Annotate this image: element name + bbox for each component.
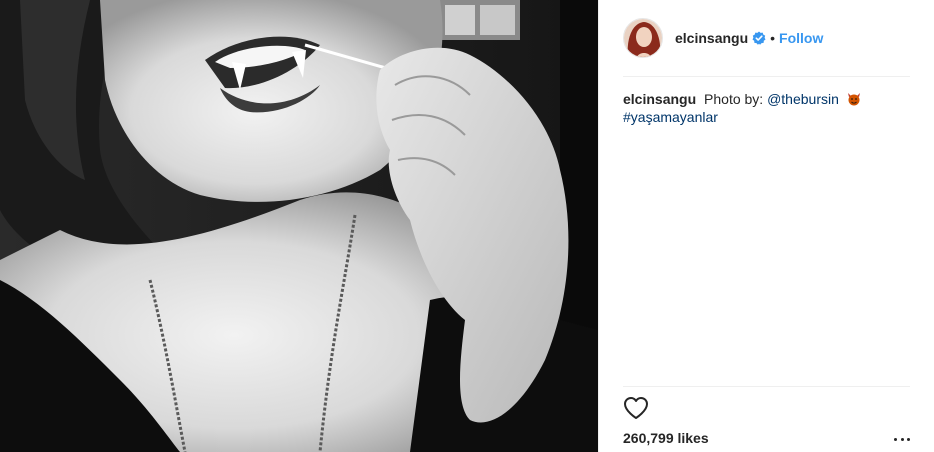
post-side-panel: elcinsangu • Follow elcinsangu Photo by:…: [598, 0, 934, 452]
post-header: elcinsangu • Follow: [623, 16, 823, 60]
follow-button[interactable]: Follow: [779, 30, 823, 46]
post-actions: [623, 396, 649, 420]
caption-hashtag-link[interactable]: #yaşamayanlar: [623, 109, 718, 125]
more-dot: [894, 437, 897, 441]
more-options-icon[interactable]: [894, 436, 910, 442]
caption-username[interactable]: elcinsangu: [623, 91, 696, 107]
post-username[interactable]: elcinsangu: [675, 30, 748, 46]
heart-outline-icon[interactable]: [623, 396, 649, 420]
caption-mention-link[interactable]: @thebursin: [767, 91, 839, 107]
more-dot: [900, 437, 904, 441]
post-photo[interactable]: [0, 0, 598, 452]
caption-text: Photo by:: [704, 91, 764, 107]
post-caption: elcinsangu Photo by: @thebursin #yaşamay…: [623, 90, 910, 126]
verified-badge-icon: [752, 31, 766, 45]
likes-count[interactable]: 260,799 likes: [623, 430, 709, 446]
devil-face-emoji-icon: [847, 92, 861, 106]
instagram-post: elcinsangu • Follow elcinsangu Photo by:…: [0, 0, 934, 452]
actions-divider: [623, 386, 910, 387]
more-dot: [907, 437, 910, 441]
avatar[interactable]: [623, 18, 663, 58]
separator-dot: •: [770, 30, 776, 46]
header-divider: [623, 76, 910, 77]
